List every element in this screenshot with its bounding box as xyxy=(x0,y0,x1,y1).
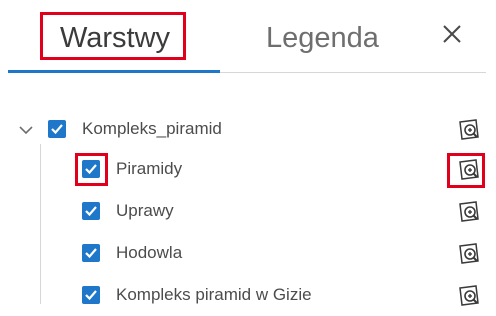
layer-checkbox[interactable] xyxy=(82,244,100,262)
checkmark-icon xyxy=(51,124,63,135)
layer-group-label: Kompleks_piramid xyxy=(82,119,222,138)
expand-collapse-button[interactable] xyxy=(18,122,34,138)
layer-label: Kompleks piramid w Gizie xyxy=(116,285,312,304)
checkmark-icon xyxy=(85,206,97,217)
layer-row: Hodowla xyxy=(0,234,496,274)
layer-row: Piramidy xyxy=(0,150,496,190)
zoom-to-layer-button[interactable] xyxy=(456,117,482,143)
zoom-to-layer-icon xyxy=(459,159,479,180)
zoom-to-layer-icon xyxy=(459,243,479,264)
checkmark-icon xyxy=(85,290,97,301)
layer-group-row: Kompleks_piramid xyxy=(0,110,496,150)
checkmark-icon xyxy=(85,164,97,175)
layer-checkbox[interactable] xyxy=(82,286,100,304)
tab-warstwy[interactable]: Warstwy xyxy=(42,14,188,62)
layer-checkbox[interactable] xyxy=(82,202,100,220)
close-icon xyxy=(443,25,461,43)
close-button[interactable] xyxy=(434,16,470,52)
layer-label: Uprawy xyxy=(116,201,174,220)
zoom-to-layer-icon xyxy=(459,119,479,140)
zoom-to-layer-button[interactable] xyxy=(456,199,482,225)
panel-tabs: Warstwy Legenda xyxy=(0,0,496,75)
layer-label: Piramidy xyxy=(116,159,183,178)
layer-row: Uprawy xyxy=(0,192,496,232)
zoom-to-layer-button[interactable] xyxy=(456,157,482,183)
zoom-to-layer-button[interactable] xyxy=(456,241,482,267)
checkmark-icon xyxy=(85,248,97,259)
zoom-to-layer-icon xyxy=(459,285,479,306)
zoom-to-layer-icon xyxy=(459,201,479,222)
layer-label: Hodowla xyxy=(116,243,183,262)
layer-group-checkbox[interactable] xyxy=(48,120,66,138)
zoom-to-layer-button[interactable] xyxy=(456,283,482,309)
layer-row: Kompleks piramid w Gizie xyxy=(0,276,496,316)
layer-checkbox[interactable] xyxy=(82,160,100,178)
active-tab-indicator xyxy=(8,70,220,73)
chevron-down-icon xyxy=(19,126,33,135)
tab-legenda[interactable]: Legenda xyxy=(266,14,379,62)
